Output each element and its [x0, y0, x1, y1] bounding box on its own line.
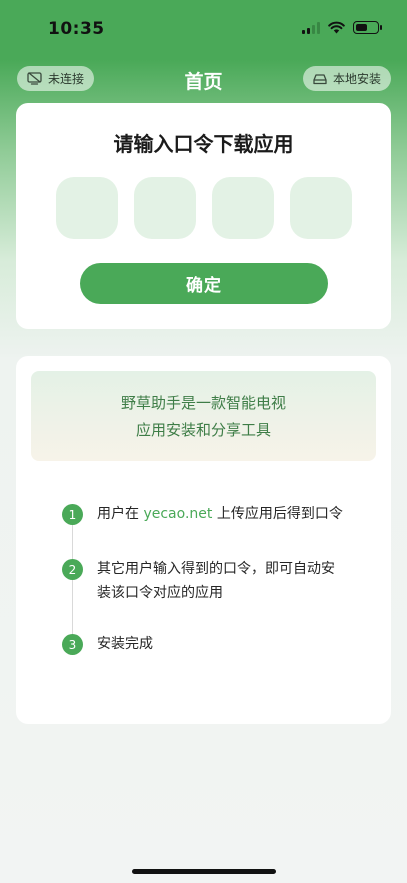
step-text-line-2: 装该口令对应的应用: [97, 585, 223, 601]
step-text: 用户在 yecao.net 上传应用后得到口令: [97, 502, 343, 526]
home-indicator[interactable]: [132, 869, 276, 874]
code-digit-1-input[interactable]: [56, 177, 118, 239]
intro-line-2: 应用安装和分享工具: [135, 421, 271, 439]
storage-drive-icon: [313, 73, 327, 84]
local-install-label: 本地安装: [332, 72, 381, 86]
intro-line-1: 野草助手是一款智能电视: [120, 394, 286, 412]
battery-level: [356, 24, 368, 31]
status-bar: 10:35: [0, 0, 407, 56]
step-text-line-1: 其它用户输入得到的口令，即可自动安: [97, 561, 335, 577]
cellular-signal-icon: [302, 21, 320, 34]
local-install-button[interactable]: 本地安装: [302, 66, 391, 91]
step-number: 2: [62, 559, 83, 580]
confirm-button[interactable]: 确定: [80, 263, 328, 304]
code-card-title: 请输入口令下载应用: [113, 132, 294, 156]
wifi-icon: [328, 21, 345, 34]
code-digit-2-input[interactable]: [134, 177, 196, 239]
status-time: 10:35: [48, 19, 105, 39]
yecao-link[interactable]: yecao.net: [143, 506, 212, 522]
step-item-1: 1 用户在 yecao.net 上传应用后得到口令: [62, 504, 343, 526]
step-item-3: 3 安装完成: [62, 634, 153, 656]
step-item-2: 2 其它用户输入得到的口令，即可自动安 装该口令对应的应用: [62, 559, 335, 605]
step-text: 其它用户输入得到的口令，即可自动安 装该口令对应的应用: [97, 557, 335, 605]
info-card: 野草助手是一款智能电视 应用安装和分享工具 1 用户在 yecao.net 上传…: [16, 356, 391, 724]
step-text-before: 用户在: [97, 506, 144, 522]
code-input-group: [56, 177, 352, 239]
code-digit-4-input[interactable]: [290, 177, 352, 239]
status-icons: [302, 21, 382, 34]
step-text: 安装完成: [97, 636, 153, 652]
code-input-card: 请输入口令下载应用 确定: [16, 103, 391, 329]
step-number: 3: [62, 634, 83, 655]
nav-bar: 未连接 首页 本地安装: [0, 62, 407, 96]
intro-banner: 野草助手是一款智能电视 应用安装和分享工具: [31, 371, 376, 461]
code-digit-3-input[interactable]: [212, 177, 274, 239]
step-number: 1: [62, 504, 83, 525]
step-text-after: 上传应用后得到口令: [212, 506, 343, 522]
battery-icon: [353, 21, 382, 34]
